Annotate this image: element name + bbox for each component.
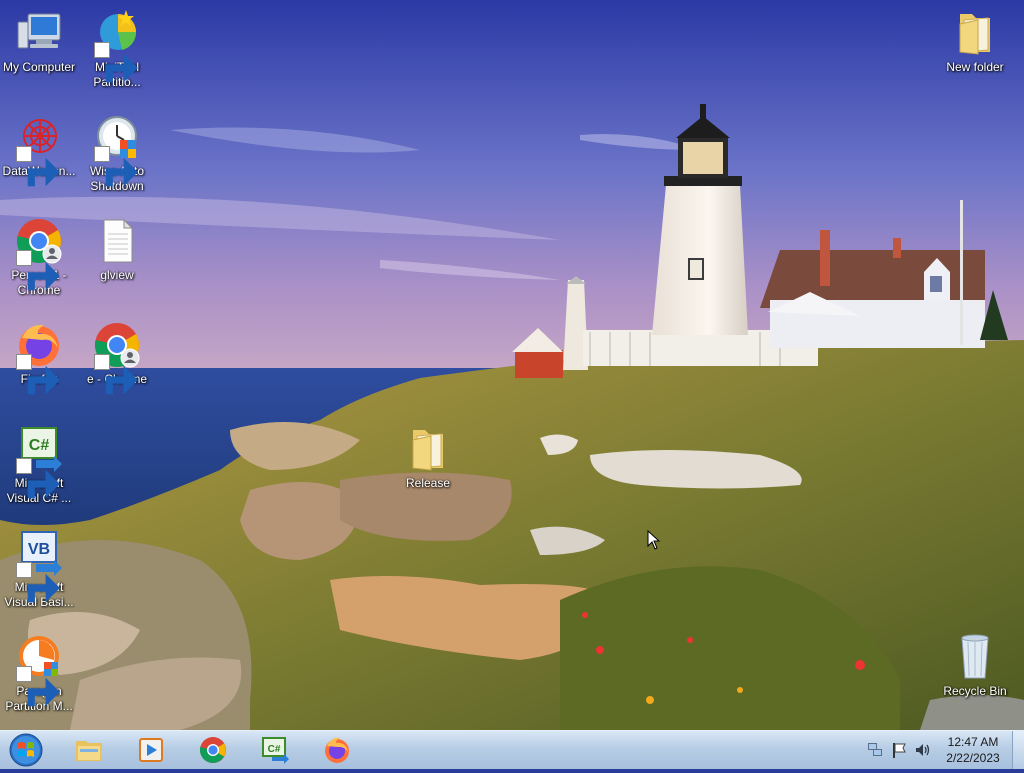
shortcut-arrow-icon <box>16 666 60 707</box>
shortcut-arrow-icon <box>16 354 60 395</box>
desktop-icon-minitool[interactable]: MiniTool Partitio... <box>78 2 156 98</box>
taskbar-chrome[interactable] <box>188 733 238 767</box>
volume-icon[interactable] <box>914 741 932 759</box>
desktop-icon-recycle-bin[interactable]: Recycle Bin <box>936 626 1014 722</box>
shortcut-arrow-icon <box>94 354 138 395</box>
shortcut-arrow-icon <box>16 146 60 187</box>
file-icon <box>103 218 134 263</box>
desktop-icon-datawagon[interactable]: DataWagon... <box>0 106 78 202</box>
desktop-icon-e-chrome[interactable]: e - Chrome <box>78 314 156 410</box>
folder-icon <box>412 430 443 471</box>
shortcut-arrow-icon <box>94 42 138 83</box>
desktop-icon-my-computer[interactable]: My Computer <box>0 2 78 98</box>
network-icon[interactable] <box>866 741 884 759</box>
mouse-cursor-icon <box>647 530 661 550</box>
action-center-flag-icon[interactable] <box>890 741 908 759</box>
taskbar-firefox[interactable] <box>312 733 362 767</box>
desktop-icon-visual-csharp[interactable]: C# Microsoft Visual C# ... <box>0 418 78 514</box>
start-button[interactable] <box>6 732 46 768</box>
desktop-icon-glview[interactable]: glview <box>78 210 156 306</box>
folder-icon <box>959 14 990 55</box>
icon-label: New folder <box>946 60 1004 74</box>
icon-label: glview <box>100 268 134 282</box>
taskbar-explorer[interactable] <box>64 733 114 767</box>
show-desktop-button[interactable] <box>1012 731 1024 769</box>
shortcut-arrow-icon <box>16 562 60 603</box>
icon-label: Release <box>405 476 451 490</box>
desktop-icon-person1-chrome[interactable]: Person 1 - Chrome <box>0 210 78 306</box>
clock-time: 12:47 AM <box>947 735 999 749</box>
taskbar-media-player[interactable] <box>126 733 176 767</box>
desktop-icon-release[interactable]: Release <box>389 418 467 514</box>
system-clock[interactable]: 12:47 AM 2/22/2023 <box>934 734 1012 766</box>
desktop-icon-visual-basic[interactable]: VB Microsoft Visual Basi... <box>0 522 78 618</box>
icon-label: Recycle Bin <box>943 684 1007 698</box>
shortcut-arrow-icon <box>16 250 60 291</box>
svg-text:C#: C# <box>268 744 281 755</box>
recycle-bin-icon <box>961 634 989 679</box>
desktop-icon-firefox[interactable]: Firefox <box>0 314 78 410</box>
svg-text:VB: VB <box>28 541 50 558</box>
clock-date: 2/22/2023 <box>946 751 1000 765</box>
shortcut-arrow-icon <box>94 146 138 187</box>
windows-logo-icon <box>9 733 43 767</box>
desktop-icon-new-folder[interactable]: New folder <box>936 2 1014 98</box>
taskbar: C# 12:47 AM 2/22/2023 <box>0 730 1024 769</box>
desktop-icon-wise-auto-shutdown[interactable]: Wise Auto Shutdown <box>78 106 156 202</box>
chrome-icon <box>199 737 226 763</box>
icon-label: My Computer <box>2 60 76 74</box>
svg-text:C#: C# <box>29 437 50 454</box>
media-player-icon <box>139 738 163 762</box>
shortcut-arrow-icon <box>16 458 60 499</box>
explorer-icon <box>76 741 102 761</box>
taskbar-visual-csharp[interactable]: C# <box>250 733 300 767</box>
visual-csharp-icon: C# <box>262 737 289 764</box>
firefox-icon <box>325 737 349 763</box>
desktop-icon-paragon[interactable]: Paragon Partition M... <box>0 626 78 722</box>
computer-icon <box>17 13 61 49</box>
